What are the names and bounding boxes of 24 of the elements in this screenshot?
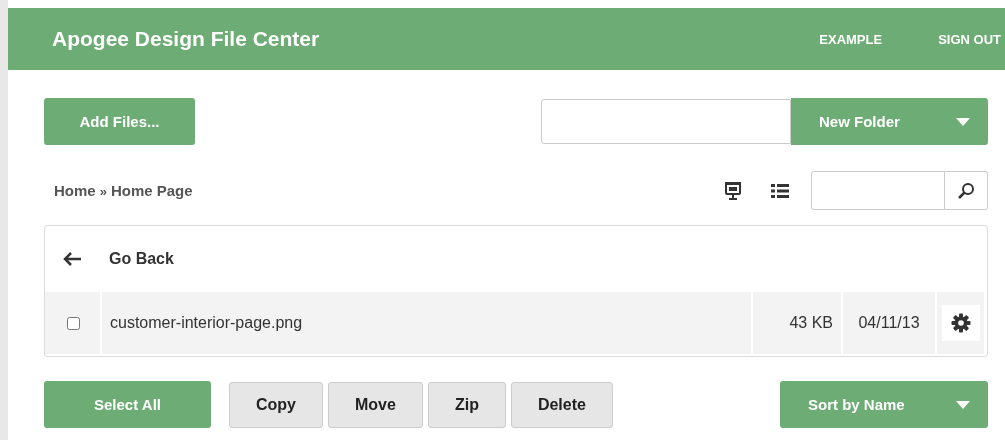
action-button[interactable]: Delete bbox=[510, 381, 613, 428]
search-icon bbox=[957, 181, 975, 200]
action-button[interactable]: Copy bbox=[229, 381, 323, 428]
action-button[interactable]: Zip bbox=[427, 381, 506, 428]
file-size-cell: 43 KB bbox=[753, 292, 841, 354]
settings-button[interactable] bbox=[941, 305, 980, 341]
caret-icon bbox=[956, 400, 970, 409]
search-button[interactable] bbox=[945, 171, 988, 210]
app-title: Apogee Design File Center bbox=[52, 27, 320, 51]
folder-name-field[interactable] bbox=[541, 99, 791, 144]
presentation-view-icon[interactable] bbox=[725, 181, 741, 200]
search-field[interactable] bbox=[811, 171, 945, 210]
row-checkbox[interactable] bbox=[66, 316, 80, 330]
file-name-cell[interactable]: customer-interior-page.png bbox=[102, 292, 751, 354]
action-button[interactable]: Move bbox=[328, 381, 423, 428]
settings-icon bbox=[950, 313, 971, 333]
go-back-link[interactable]: Go Back bbox=[109, 250, 174, 268]
breadcrumb-separator: » bbox=[99, 183, 107, 199]
list-view-icon[interactable] bbox=[771, 182, 789, 199]
back-arrow-icon[interactable] bbox=[63, 252, 81, 266]
caret-icon bbox=[956, 117, 970, 126]
breadcrumb-link[interactable]: Home Page bbox=[110, 181, 193, 199]
file-date-cell: 04/11/13 bbox=[843, 292, 935, 354]
breadcrumb-link[interactable]: Home bbox=[54, 181, 96, 199]
